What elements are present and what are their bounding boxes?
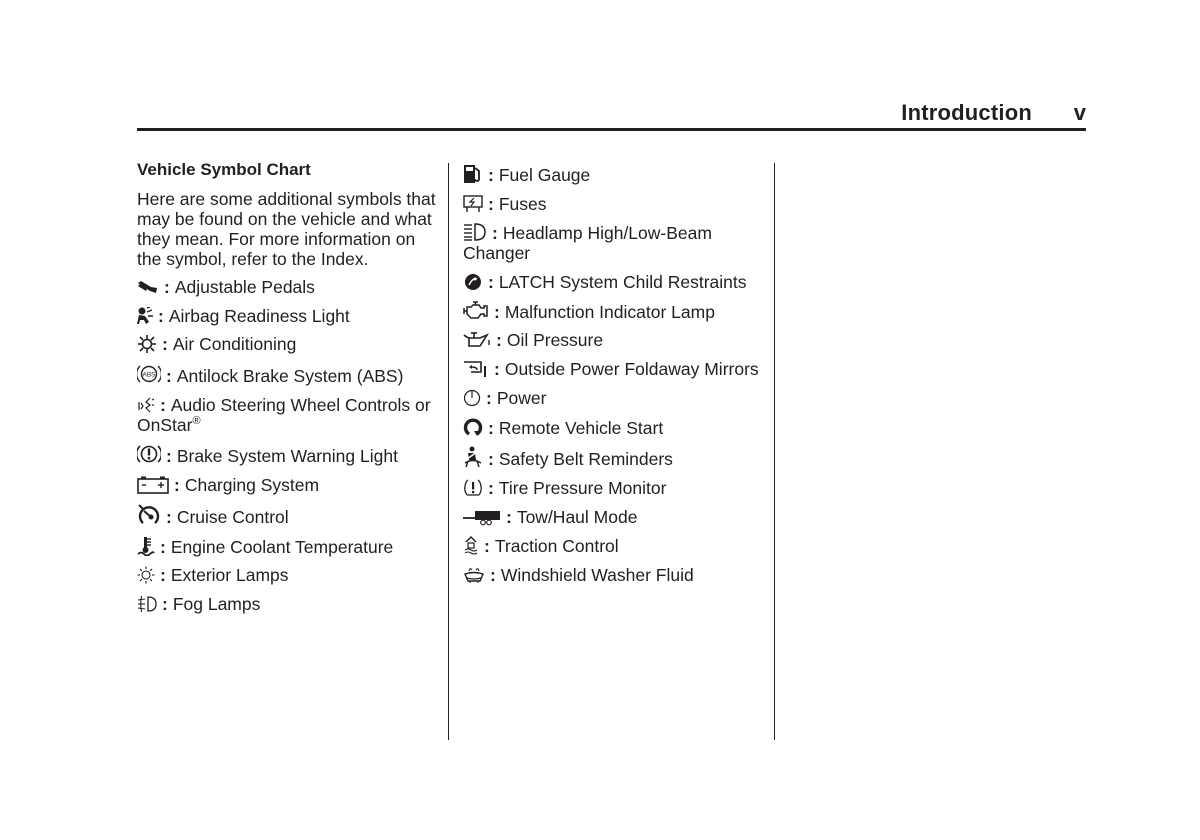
symbol-label: Headlamp High/Low-Beam Changer <box>463 223 712 264</box>
symbol-label: Antilock Brake System (ABS) <box>176 366 404 387</box>
headlamp-beam-icon <box>463 222 487 242</box>
airbag-icon <box>137 306 153 325</box>
left-column: Vehicle Symbol Chart Here are some addit… <box>137 160 437 623</box>
symbol-label: Cruise Control <box>176 506 289 527</box>
audio-steering-icon <box>137 396 155 414</box>
intro-paragraph: Here are some additional symbols that ma… <box>137 189 436 269</box>
chapter-title: Introduction <box>901 100 1032 125</box>
fog-lamp-icon <box>137 595 157 613</box>
symbol-label: Fuel Gauge <box>498 165 591 185</box>
fuel-gauge-icon <box>463 164 483 184</box>
registered-mark: ® <box>192 414 201 427</box>
symbol-entry: ABS : Antilock Brake System (ABS) <box>137 363 437 386</box>
power-icon <box>463 389 481 407</box>
washer-fluid-icon <box>463 566 485 584</box>
symbol-entry: : Brake System Warning Light <box>137 443 437 466</box>
symbol-entry: : Audio Steering Wheel Controls or OnStar… <box>137 394 431 435</box>
symbol-label: Adjustable Pedals <box>174 277 315 297</box>
symbol-label: Windshield Washer Fluid <box>500 564 694 585</box>
symbol-label: Safety Belt Reminders <box>498 449 673 470</box>
symbol-entry: : Windshield Washer Fluid <box>463 565 763 585</box>
symbol-label: Malfunction Indicator Lamp <box>504 301 715 322</box>
symbol-label: LATCH System Child Restraints <box>498 272 747 293</box>
symbol-entry: : Exterior Lamps <box>137 565 437 585</box>
exterior-lamp-icon <box>137 566 155 584</box>
tow-haul-icon <box>463 510 501 526</box>
coolant-temperature-icon <box>137 536 155 556</box>
symbol-label: Engine Coolant Temperature <box>170 536 394 557</box>
symbol-entry: : Power <box>463 388 763 408</box>
symbol-label: Oil Pressure <box>506 330 604 351</box>
symbol-label: Traction Control <box>494 536 619 557</box>
cruise-control-icon <box>137 504 161 526</box>
air-conditioning-icon <box>137 335 157 354</box>
symbol-entry: : Charging System <box>137 475 437 495</box>
symbol-entry: : Oil Pressure <box>463 330 763 350</box>
svg-text:ABS: ABS <box>142 372 156 379</box>
symbol-entry: : Safety Belt Reminders <box>463 446 763 469</box>
seat-belt-icon <box>463 446 483 468</box>
symbol-label: Remote Vehicle Start <box>498 417 664 438</box>
symbol-label: Air Conditioning <box>172 334 297 355</box>
symbol-entry: : Air Conditioning <box>137 334 437 354</box>
abs-icon: ABS <box>137 363 161 385</box>
section-title: Vehicle Symbol Chart <box>137 160 311 179</box>
traction-control-icon <box>463 535 479 555</box>
fuse-icon <box>463 194 483 213</box>
symbol-entry: : Tire Pressure Monitor <box>463 478 763 498</box>
symbol-label: Outside Power Foldaway Mirrors <box>504 359 759 380</box>
check-engine-icon <box>463 301 489 321</box>
column-divider-right <box>774 163 775 740</box>
symbol-label: Fuses <box>498 193 547 214</box>
brake-warning-icon <box>137 443 161 465</box>
symbol-entry: : Headlamp High/Low-Beam Changer <box>463 222 712 264</box>
latch-child-seat-icon <box>463 273 483 291</box>
symbol-label: Audio Steering Wheel Controls or OnStar <box>137 394 431 435</box>
symbol-label: Tire Pressure Monitor <box>498 477 667 498</box>
symbol-entry: : Fuel Gauge <box>463 164 763 185</box>
page-number: v <box>1073 100 1086 125</box>
symbol-entry: : Cruise Control <box>137 504 437 527</box>
symbol-entry: : Remote Vehicle Start <box>463 417 763 438</box>
symbol-entry: : LATCH System Child Restraints <box>463 272 763 292</box>
middle-column: : Fuel Gauge : Fuses : Headlamp High/Low-Be… <box>463 164 763 594</box>
header-divider <box>137 128 1086 131</box>
symbol-label: Brake System Warning Light <box>176 446 398 467</box>
symbol-entry: : Engine Coolant Temperature <box>137 536 437 557</box>
symbol-entry: : Fuses <box>463 194 763 214</box>
symbol-entry: : Malfunction Indicator Lamp <box>463 301 763 322</box>
tire-pressure-icon <box>463 479 483 497</box>
remote-start-icon <box>463 417 483 437</box>
symbol-label: Airbag Readiness Light <box>168 305 350 326</box>
symbol-label: Power <box>496 387 547 408</box>
symbol-label: Exterior Lamps <box>170 565 289 586</box>
battery-icon <box>137 476 169 494</box>
symbol-entry: : Airbag Readiness Light <box>137 306 437 326</box>
column-divider-left <box>448 163 449 740</box>
symbol-entry: : Traction Control <box>463 535 763 556</box>
symbol-label: Tow/Haul Mode <box>516 506 638 527</box>
folding-mirror-icon <box>463 360 489 378</box>
symbol-entry: : Outside Power Foldaway Mirrors <box>463 359 763 379</box>
adjustable-pedals-icon <box>137 280 159 296</box>
symbol-entry: : Adjustable Pedals <box>137 277 437 297</box>
symbol-label: Charging System <box>184 475 320 496</box>
oil-pressure-icon <box>463 331 491 349</box>
symbol-entry: : Fog Lamps <box>137 594 437 614</box>
symbol-label: Fog Lamps <box>172 593 261 614</box>
symbol-entry: : Tow/Haul Mode <box>463 507 763 527</box>
